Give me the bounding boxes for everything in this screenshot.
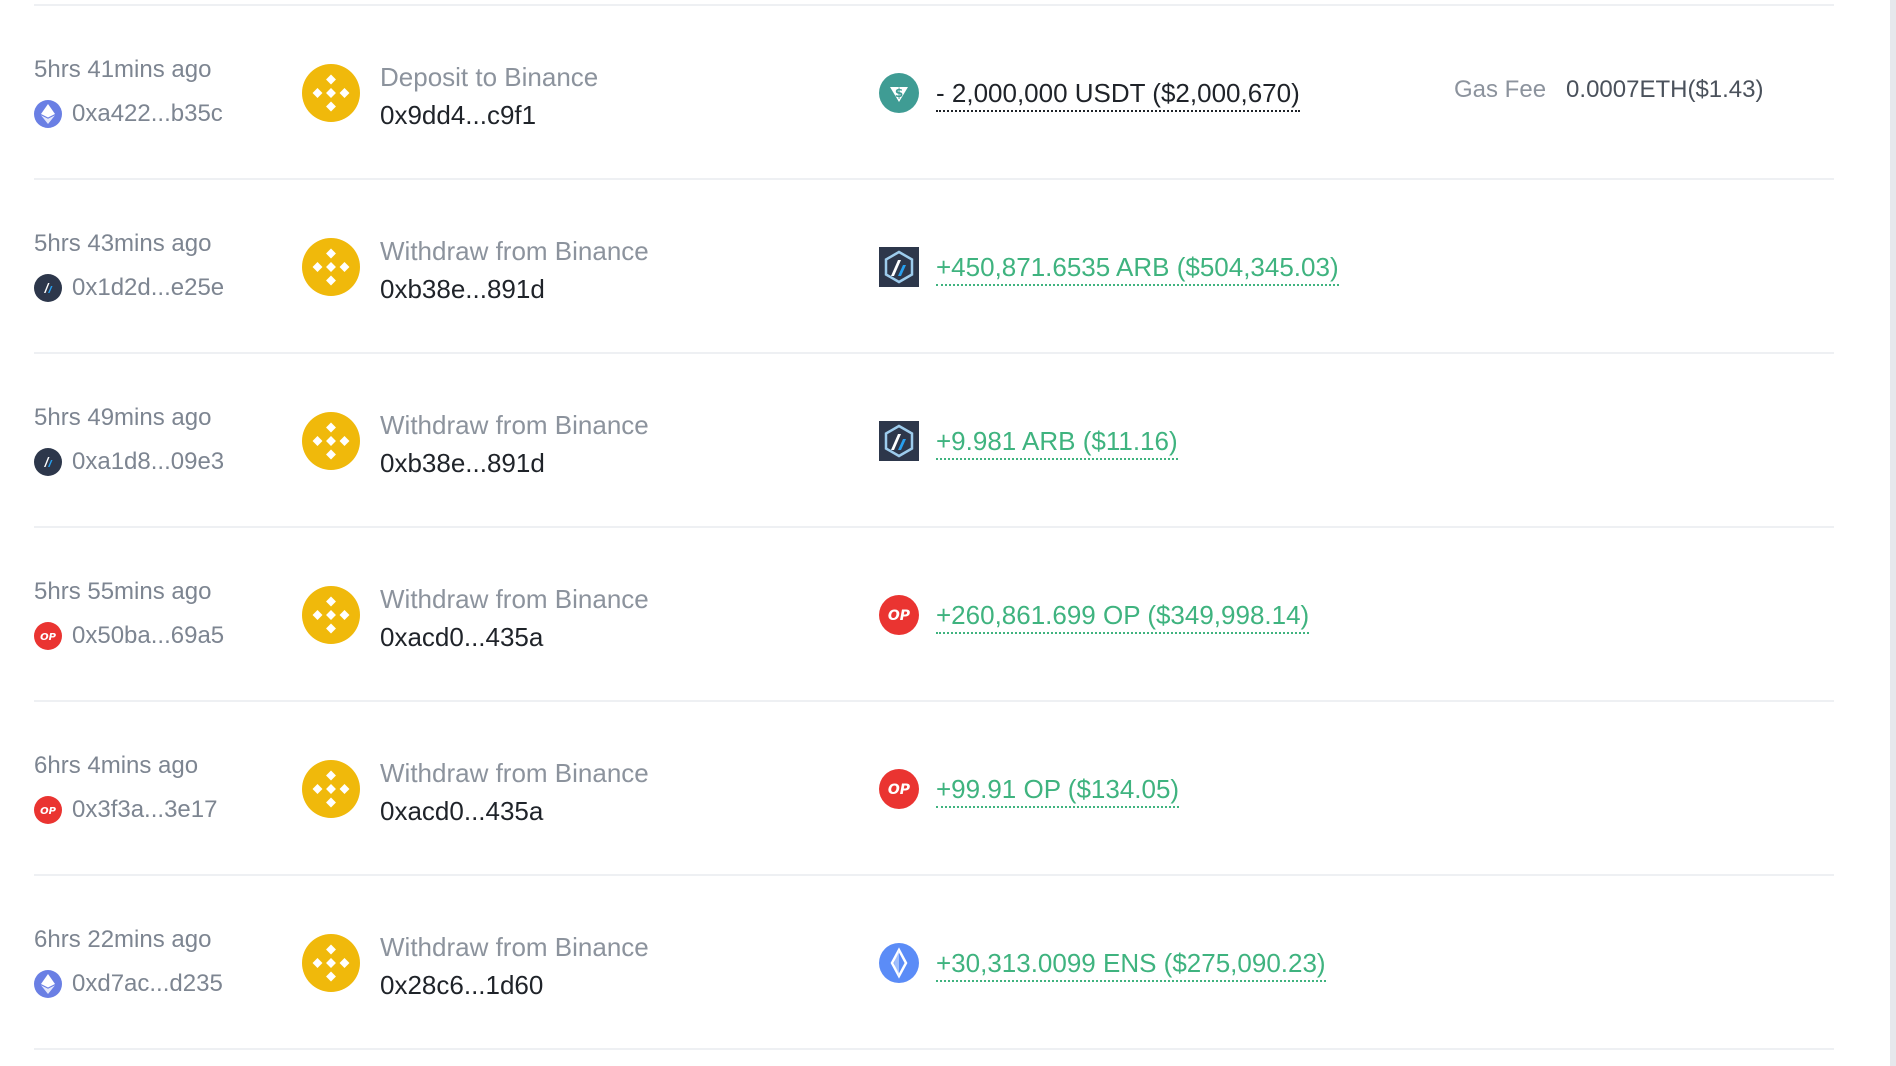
svg-text:$: $	[895, 86, 903, 100]
tx-time: 5hrs 49mins ago	[34, 404, 212, 431]
gas-fee-label: Gas Fee	[1454, 76, 1547, 103]
tx-time: 5hrs 41mins ago	[34, 56, 212, 83]
scrollbar-track[interactable]	[1890, 0, 1896, 1066]
arbitrum-icon	[34, 448, 62, 476]
tx-address: 0xa1d8...09e3	[72, 448, 225, 475]
tx-address-link[interactable]: 0xd7ac...d235	[34, 970, 223, 998]
transaction-row: 6hrs 4mins ago OP 0x3f3a...3e17 Withdraw…	[34, 702, 1834, 876]
binance-logo-icon	[302, 64, 360, 122]
tx-address-link[interactable]: 0xa1d8...09e3	[34, 448, 224, 476]
transaction-row: 6hrs 22mins ago 0xd7ac...d235 Withdraw f…	[34, 876, 1834, 1050]
tx-action: Withdraw from Binance	[380, 584, 649, 614]
binance-logo-icon	[302, 412, 360, 470]
binance-logo-icon	[302, 934, 360, 992]
tx-amount[interactable]: +99.91 OP ($134.05)	[936, 772, 1180, 808]
binance-logo-icon	[302, 760, 360, 818]
tx-time: 5hrs 55mins ago	[34, 578, 212, 605]
svg-text:OP: OP	[40, 806, 57, 816]
tx-address: 0xd7ac...d235	[72, 970, 223, 997]
tx-action: Withdraw from Binance	[380, 410, 649, 440]
binance-logo-icon	[302, 238, 360, 296]
gas-fee: Gas Fee 0.0007ETH($1.43)	[1454, 76, 1764, 104]
tx-action: Withdraw from Binance	[380, 236, 649, 266]
counterparty-address[interactable]: 0xacd0...435a	[380, 622, 543, 653]
tx-action: Withdraw from Binance	[380, 758, 649, 788]
counterparty-address[interactable]: 0x28c6...1d60	[380, 970, 543, 1001]
tx-amount[interactable]: - 2,000,000 USDT ($2,000,670)	[936, 76, 1300, 112]
tx-amount[interactable]: +260,861.699 OP ($349,998.14)	[936, 598, 1310, 634]
tx-time: 6hrs 4mins ago	[34, 752, 199, 779]
tx-amount[interactable]: +30,313.0099 ENS ($275,090.23)	[936, 946, 1326, 982]
tx-action: Withdraw from Binance	[380, 932, 649, 962]
transaction-row: 5hrs 43mins ago 0x1d2d...e25e Withdraw f…	[34, 180, 1834, 354]
tx-amount[interactable]: +9.981 ARB ($11.16)	[936, 424, 1178, 460]
tx-address: 0xa422...b35c	[72, 100, 223, 127]
transaction-list: 5hrs 41mins ago 0xa422...b35c Deposit to…	[34, 4, 1834, 1050]
counterparty-address[interactable]: 0xb38e...891d	[380, 448, 545, 479]
tx-time: 5hrs 43mins ago	[34, 230, 212, 257]
tx-amount[interactable]: +450,871.6535 ARB ($504,345.03)	[936, 250, 1339, 286]
counterparty-address[interactable]: 0x9dd4...c9f1	[380, 100, 536, 131]
arbitrum-icon	[34, 274, 62, 302]
optimism-icon: OP	[34, 622, 62, 650]
arb-token-icon	[878, 246, 920, 288]
op-token-icon: OP	[878, 768, 920, 810]
counterparty-address[interactable]: 0xacd0...435a	[380, 796, 543, 827]
usdt-icon: $	[878, 72, 920, 114]
ethereum-icon	[34, 970, 62, 998]
binance-logo-icon	[302, 586, 360, 644]
ethereum-icon	[34, 100, 62, 128]
tx-address-link[interactable]: OP 0x3f3a...3e17	[34, 796, 217, 824]
tx-address: 0x1d2d...e25e	[72, 274, 225, 301]
svg-text:OP: OP	[40, 632, 57, 642]
arb-token-icon	[878, 420, 920, 462]
tx-action: Deposit to Binance	[380, 62, 599, 92]
ens-token-icon	[878, 942, 920, 984]
svg-text:OP: OP	[888, 782, 911, 798]
counterparty-address[interactable]: 0xb38e...891d	[380, 274, 545, 305]
tx-time: 6hrs 22mins ago	[34, 926, 212, 953]
tx-address-link[interactable]: OP 0x50ba...69a5	[34, 622, 224, 650]
op-token-icon: OP	[878, 594, 920, 636]
tx-address: 0x50ba...69a5	[72, 622, 225, 649]
svg-text:OP: OP	[888, 608, 911, 624]
tx-address: 0x3f3a...3e17	[72, 796, 218, 823]
tx-address-link[interactable]: 0xa422...b35c	[34, 100, 223, 128]
tx-address-link[interactable]: 0x1d2d...e25e	[34, 274, 224, 302]
transaction-row: 5hrs 49mins ago 0xa1d8...09e3 Withdraw f…	[34, 354, 1834, 528]
gas-fee-value: 0.0007ETH($1.43)	[1566, 76, 1764, 103]
transaction-row: 5hrs 55mins ago OP 0x50ba...69a5 Withdra…	[34, 528, 1834, 702]
transaction-row: 5hrs 41mins ago 0xa422...b35c Deposit to…	[34, 6, 1834, 180]
optimism-icon: OP	[34, 796, 62, 824]
